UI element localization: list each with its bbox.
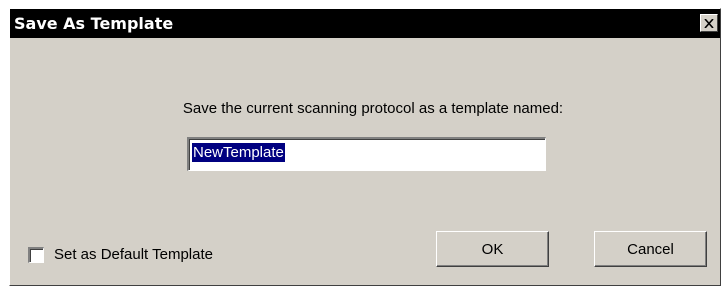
default-template-label: Set as Default Template bbox=[54, 246, 213, 263]
save-as-template-dialog: Save As Template Save the current scanni… bbox=[9, 8, 721, 286]
prompt-text: Save the current scanning protocol as a … bbox=[182, 100, 564, 117]
template-name-value: NewTemplate bbox=[192, 143, 285, 162]
close-button[interactable] bbox=[700, 14, 718, 32]
template-name-input[interactable]: NewTemplate bbox=[187, 137, 546, 171]
default-template-checkbox[interactable] bbox=[28, 246, 44, 263]
dialog-title: Save As Template bbox=[14, 14, 174, 33]
close-icon bbox=[704, 18, 714, 28]
cancel-button[interactable]: Cancel bbox=[594, 231, 707, 267]
default-template-checkbox-row[interactable]: Set as Default Template bbox=[28, 246, 213, 263]
title-bar[interactable]: Save As Template bbox=[10, 9, 720, 38]
ok-button[interactable]: OK bbox=[436, 231, 549, 267]
